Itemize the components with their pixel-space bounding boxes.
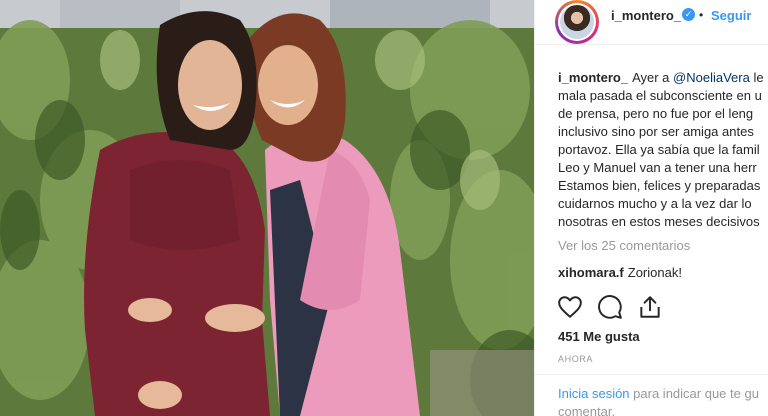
caption-line-6: Leo y Manuel van a tener una herr (558, 160, 757, 175)
photo-two-women (0, 0, 534, 416)
post-header: i_montero_ ✓ • Seguir (535, 0, 768, 45)
post-photo[interactable] (0, 0, 534, 416)
caption-line-9: nosotras en estos meses decisivos (558, 214, 760, 229)
caption-line-2: mala pasada el subconsciente en u (558, 88, 762, 103)
divider (535, 374, 768, 375)
verified-badge-icon: ✓ (682, 8, 695, 21)
post-timestamp[interactable]: AHORA (558, 354, 593, 364)
comment-username[interactable]: xihomara.f (558, 265, 624, 280)
caption-line-3: de prensa, pero no fue por el leng (558, 106, 754, 121)
caption-line-4: inclusivo sino por ser amiga antes (558, 124, 754, 139)
share-icon[interactable] (637, 294, 663, 320)
post-actions (557, 294, 677, 320)
post-sidebar: i_montero_ ✓ • Seguir i_montero_ Ayer a @… (534, 0, 768, 416)
caption-after-mention: le (753, 70, 764, 85)
comment-item: xihomara.f Zorionak! (558, 265, 682, 280)
caption-line-8: cuidarnos mucho y a la vez dar lo (558, 196, 752, 211)
avatar-image (560, 5, 594, 39)
caption-line-7: Estamos bien, felices y preparadas (558, 178, 761, 193)
heart-icon[interactable] (557, 294, 583, 320)
follow-button[interactable]: Seguir (711, 8, 751, 23)
login-text-2: comentar. (558, 404, 616, 416)
login-prompt: Inicia sesión para indicar que te gu com… (558, 385, 768, 416)
caption-line-5: portavoz. Ella ya sabía que la famil (558, 142, 760, 157)
view-all-comments-link[interactable]: Ver los 25 comentarios (558, 238, 690, 253)
caption-username[interactable]: i_montero_ (558, 70, 628, 85)
login-text: para indicar que te gu (633, 386, 759, 401)
comment-icon[interactable] (597, 294, 623, 320)
header-separator: • (699, 8, 704, 22)
post-caption: i_montero_ Ayer a @NoeliaVera le mala pas… (558, 69, 768, 231)
caption-line-1: Ayer a (632, 70, 670, 85)
likes-count[interactable]: 451 Me gusta (558, 329, 640, 344)
caption-mention[interactable]: @NoeliaVera (673, 70, 750, 85)
header-username[interactable]: i_montero_ (611, 8, 681, 23)
comment-text: Zorionak! (627, 265, 682, 280)
login-link[interactable]: Inicia sesión (558, 386, 630, 401)
avatar[interactable] (555, 0, 599, 44)
